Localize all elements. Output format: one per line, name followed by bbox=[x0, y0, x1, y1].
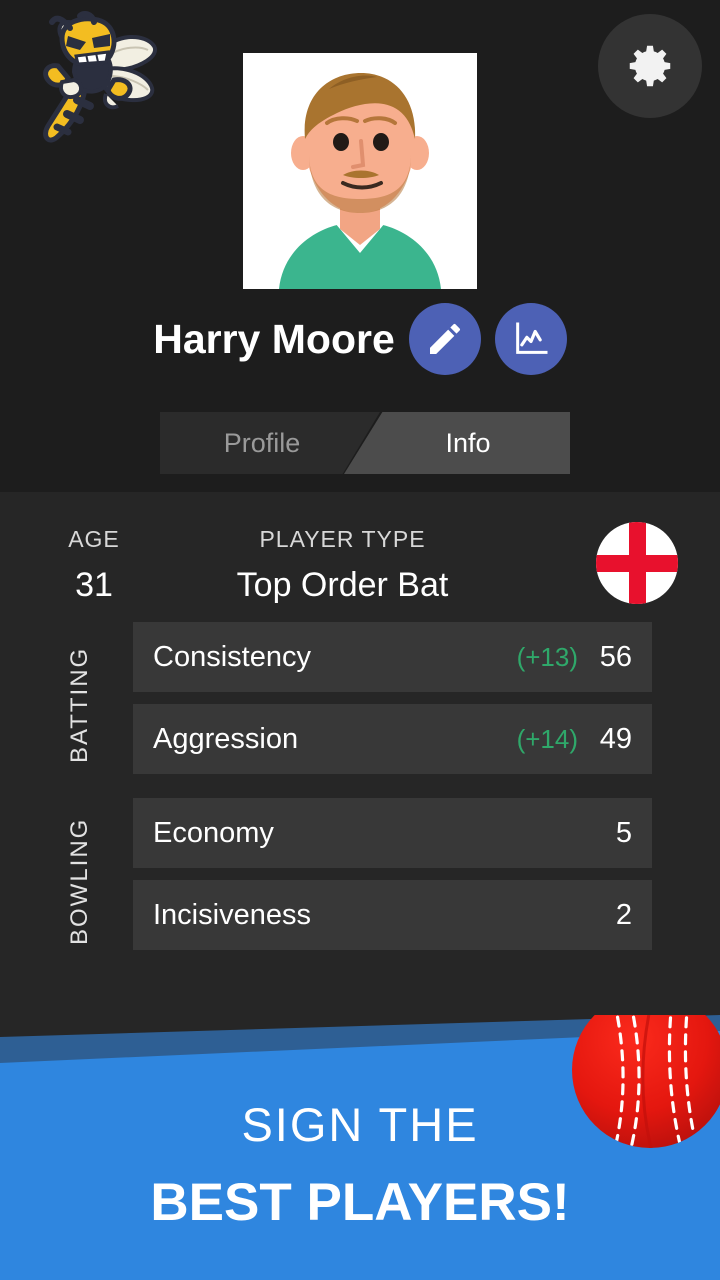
stat-name: Aggression bbox=[153, 722, 299, 755]
profile-tabs: Profile Info bbox=[160, 412, 570, 474]
player-meta-row: AGE 31 PLAYER TYPE Top Order Bat bbox=[0, 492, 720, 622]
england-flag-icon bbox=[596, 522, 678, 604]
tab-info-label: Info bbox=[445, 427, 491, 458]
stat-value: 49 bbox=[599, 722, 632, 755]
stat-value: 5 bbox=[615, 816, 632, 849]
header: Harry Moore Profile Info bbox=[0, 0, 720, 492]
bowling-group-label: BOWLING bbox=[66, 817, 93, 945]
age-value: 31 bbox=[75, 566, 113, 604]
table-row[interactable]: Consistency (+13) 56 bbox=[133, 622, 652, 692]
stat-delta: (+14) bbox=[516, 723, 578, 754]
tab-info[interactable]: Info bbox=[344, 412, 570, 474]
pencil-icon bbox=[429, 324, 460, 354]
player-name-row: Harry Moore bbox=[0, 303, 720, 375]
promo-banner[interactable]: SIGN THE BEST PLAYERS! bbox=[0, 1015, 720, 1280]
line-chart-icon bbox=[515, 322, 548, 354]
tab-profile-label: Profile bbox=[223, 427, 301, 458]
flag-cross-vertical bbox=[629, 522, 646, 604]
settings-button[interactable] bbox=[598, 14, 702, 118]
bowling-group: BOWLING Economy 5 Incisiveness 2 bbox=[0, 798, 720, 950]
table-row[interactable]: Aggression (+14) 49 bbox=[133, 704, 652, 774]
page-title: Harry Moore bbox=[153, 315, 395, 362]
age-label: AGE bbox=[68, 526, 120, 552]
stat-value: 2 bbox=[615, 898, 632, 931]
bowling-rows: Economy 5 Incisiveness 2 bbox=[133, 798, 652, 950]
tab-profile[interactable]: Profile bbox=[160, 412, 380, 474]
banner-line-2: BEST PLAYERS! bbox=[150, 1172, 570, 1232]
stat-name: Incisiveness bbox=[153, 898, 311, 931]
player-avatar-photo-icon bbox=[243, 53, 477, 289]
stat-value: 56 bbox=[599, 640, 632, 673]
stat-delta: (+13) bbox=[516, 641, 578, 672]
stat-name: Consistency bbox=[153, 640, 311, 673]
batting-group-label: BATTING bbox=[66, 646, 93, 764]
player-stats-button[interactable] bbox=[494, 303, 567, 375]
banner-line-1: SIGN THE bbox=[241, 1097, 479, 1151]
player-type-value: Top Order Bat bbox=[236, 566, 449, 604]
table-row[interactable]: Incisiveness 2 bbox=[133, 880, 652, 950]
batting-group: BATTING Consistency (+13) 56 Aggression … bbox=[0, 622, 720, 774]
batting-rows: Consistency (+13) 56 Aggression (+14) 49 bbox=[133, 622, 652, 774]
player-type-block: PLAYER TYPE Top Order Bat bbox=[180, 526, 505, 605]
edit-player-button[interactable] bbox=[408, 303, 481, 375]
player-avatar[interactable] bbox=[243, 53, 477, 289]
table-row[interactable]: Economy 5 bbox=[133, 798, 652, 868]
player-type-label: PLAYER TYPE bbox=[259, 526, 426, 552]
stat-name: Economy bbox=[153, 816, 274, 849]
player-info-screen: Harry Moore Profile Info AGE 31 PLAYER T… bbox=[0, 0, 720, 1280]
gear-icon bbox=[629, 45, 671, 87]
hornet-mascot-logo-icon bbox=[22, 8, 162, 148]
age-block: AGE 31 bbox=[30, 526, 158, 605]
cricket-ball-icon bbox=[570, 1015, 720, 1150]
